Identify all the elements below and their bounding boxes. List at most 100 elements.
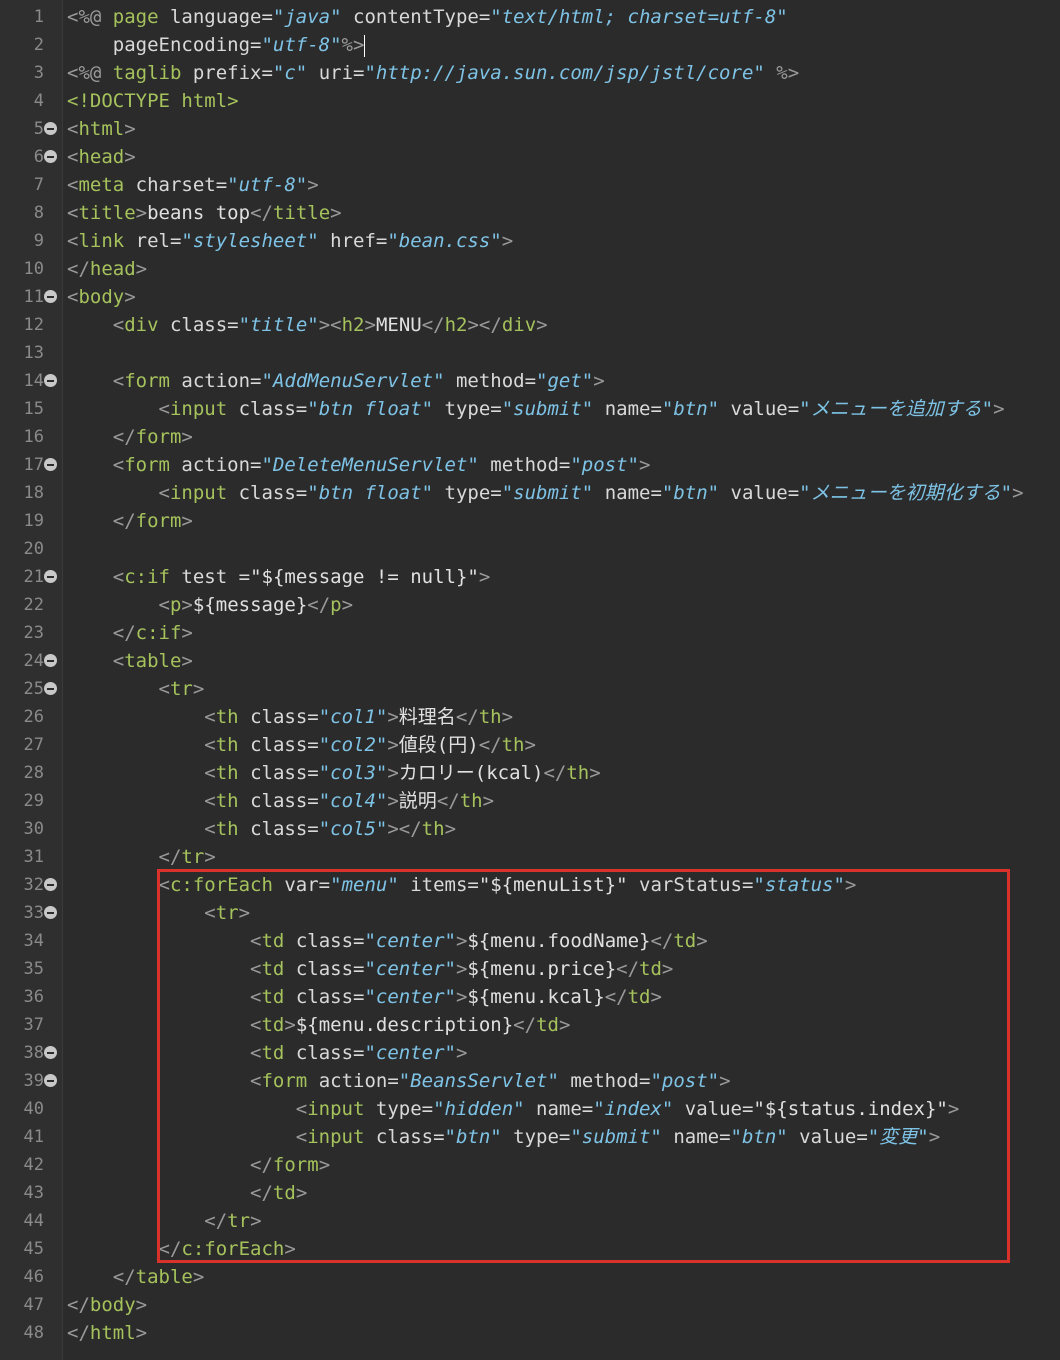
code-token: < (67, 286, 79, 308)
code-line[interactable]: 12 <div class="title"><h2>MENU</h2></div… (0, 311, 1060, 339)
code-line[interactable]: 43 </td> (0, 1179, 1060, 1207)
code-line[interactable]: 48 </html> (0, 1319, 1060, 1347)
code-token: language= (158, 6, 273, 28)
code-line[interactable]: 41 <input class="btn" type="submit" name… (0, 1123, 1060, 1151)
fold-toggle-icon[interactable] (44, 458, 57, 471)
code-line[interactable]: 25 <tr> (0, 675, 1060, 703)
code-area[interactable]: 1 <%@ page language="java" contentType="t… (0, 3, 1060, 1347)
code-text: </form> (67, 507, 193, 535)
code-text: <tr> (67, 899, 250, 927)
code-line[interactable]: 38 <td class="center"> (0, 1039, 1060, 1067)
code-line[interactable]: 32 <c:forEach var="menu" items="${menuLi… (0, 871, 1060, 899)
code-token: "submit" (501, 482, 594, 504)
code-token: </ (307, 594, 331, 616)
code-line[interactable]: 36 <td class="center">${menu.kcal}</td> (0, 983, 1060, 1011)
code-token: td (261, 930, 285, 952)
code-line[interactable]: 2 pageEncoding="utf-8"%> (0, 31, 1060, 59)
line-number: 19 (23, 511, 44, 531)
fold-toggle-icon[interactable] (44, 374, 57, 387)
code-line[interactable]: 1 <%@ page language="java" contentType="t… (0, 3, 1060, 31)
code-line[interactable]: 44 </tr> (0, 1207, 1060, 1235)
code-token: class= (238, 706, 319, 728)
fold-toggle-icon[interactable] (44, 1074, 57, 1087)
code-text: </body> (67, 1291, 147, 1319)
code-line[interactable]: 34 <td class="center">${menu.foodName}</… (0, 927, 1060, 955)
fold-toggle-icon[interactable] (44, 654, 57, 667)
code-text: <body> (67, 283, 136, 311)
code-token: input (169, 398, 228, 420)
code-token: class= (227, 398, 308, 420)
code-token: > (307, 174, 319, 196)
code-text: <td class="center">${menu.foodName}</td> (67, 927, 708, 955)
code-line[interactable]: 16 </form> (0, 423, 1060, 451)
code-token: > (455, 930, 468, 952)
code-line[interactable]: 8 <title>beans top</title> (0, 199, 1060, 227)
code-line[interactable]: 29 <th class="col4">説明</th> (0, 787, 1060, 815)
line-number: 40 (23, 1099, 44, 1119)
code-line[interactable]: 5 <html> (0, 115, 1060, 143)
code-line[interactable]: 31 </tr> (0, 843, 1060, 871)
code-line[interactable]: 27 <th class="col2">値段(円)</th> (0, 731, 1060, 759)
code-line[interactable]: 30 <th class="col5"></th> (0, 815, 1060, 843)
code-token: type= (433, 398, 502, 420)
code-line[interactable]: 26 <th class="col1">料理名</th> (0, 703, 1060, 731)
code-token: value= (719, 482, 800, 504)
code-token: > (589, 762, 601, 784)
fold-toggle-icon[interactable] (44, 150, 57, 163)
code-line[interactable]: 33 <tr> (0, 899, 1060, 927)
code-token: class= (284, 986, 365, 1008)
fold-toggle-icon[interactable] (44, 570, 57, 583)
code-line[interactable]: 24 <table> (0, 647, 1060, 675)
code-token: div (124, 314, 159, 336)
code-line[interactable]: 21 <c:if test ="${message != null}"> (0, 563, 1060, 591)
line-number: 30 (23, 819, 44, 839)
fold-toggle-icon[interactable] (44, 906, 57, 919)
code-line[interactable]: 47 </body> (0, 1291, 1060, 1319)
code-token: < (295, 1098, 308, 1120)
code-line[interactable]: 22 <p>${message}</p> (0, 591, 1060, 619)
code-line[interactable]: 37 <td>${menu.description}</td> (0, 1011, 1060, 1039)
code-line[interactable]: 42 </form> (0, 1151, 1060, 1179)
code-token: </ (250, 1154, 273, 1176)
code-line[interactable]: 17 <form action="DeleteMenuServlet" meth… (0, 451, 1060, 479)
code-line[interactable]: 11 <body> (0, 283, 1060, 311)
line-number: 34 (23, 931, 44, 951)
code-line[interactable]: 7 <meta charset="utf-8"> (0, 171, 1060, 199)
code-line[interactable]: 13 (0, 339, 1060, 367)
fold-toggle-icon[interactable] (44, 878, 57, 891)
code-line[interactable]: 45 </c:forEach> (0, 1235, 1060, 1263)
code-token: uri= (307, 62, 365, 84)
code-line[interactable]: 19 </form> (0, 507, 1060, 535)
code-line[interactable]: 20 (0, 535, 1060, 563)
code-line[interactable]: 18 <input class="btn float" type="submit… (0, 479, 1060, 507)
code-line[interactable]: 28 <th class="col3">カロリー(kcal)</th> (0, 759, 1060, 787)
code-line[interactable]: 40 <input type="hidden" name="index" val… (0, 1095, 1060, 1123)
code-line[interactable]: 39 <form action="BeansServlet" method="p… (0, 1067, 1060, 1095)
code-token: td (261, 986, 285, 1008)
code-line[interactable]: 23 </c:if> (0, 619, 1060, 647)
code-token: form (124, 370, 170, 392)
fold-toggle-icon[interactable] (44, 682, 57, 695)
code-token: > (650, 986, 662, 1008)
code-line[interactable]: 4 <!DOCTYPE html> (0, 87, 1060, 115)
fold-toggle-icon[interactable] (44, 290, 57, 303)
code-token: < (204, 902, 216, 924)
code-line[interactable]: 6 <head> (0, 143, 1060, 171)
code-token: > (593, 370, 605, 392)
code-line[interactable]: 14 <form action="AddMenuServlet" method=… (0, 367, 1060, 395)
code-token: "btn" (730, 1126, 788, 1148)
code-line[interactable]: 9 <link rel="stylesheet" href="bean.css"> (0, 227, 1060, 255)
fold-toggle-icon[interactable] (44, 1046, 57, 1059)
fold-toggle-icon[interactable] (44, 122, 57, 135)
code-editor[interactable]: 1 <%@ page language="java" contentType="t… (0, 0, 1060, 1360)
code-line[interactable]: 3 <%@ taglib prefix="c" uri="http://java.… (0, 59, 1060, 87)
code-token: class= (284, 1042, 365, 1064)
code-line[interactable]: 46 </table> (0, 1263, 1060, 1291)
code-line[interactable]: 10 </head> (0, 255, 1060, 283)
code-line[interactable]: 35 <td class="center">${menu.price}</td> (0, 955, 1060, 983)
code-line[interactable]: 15 <input class="btn float" type="submit… (0, 395, 1060, 423)
